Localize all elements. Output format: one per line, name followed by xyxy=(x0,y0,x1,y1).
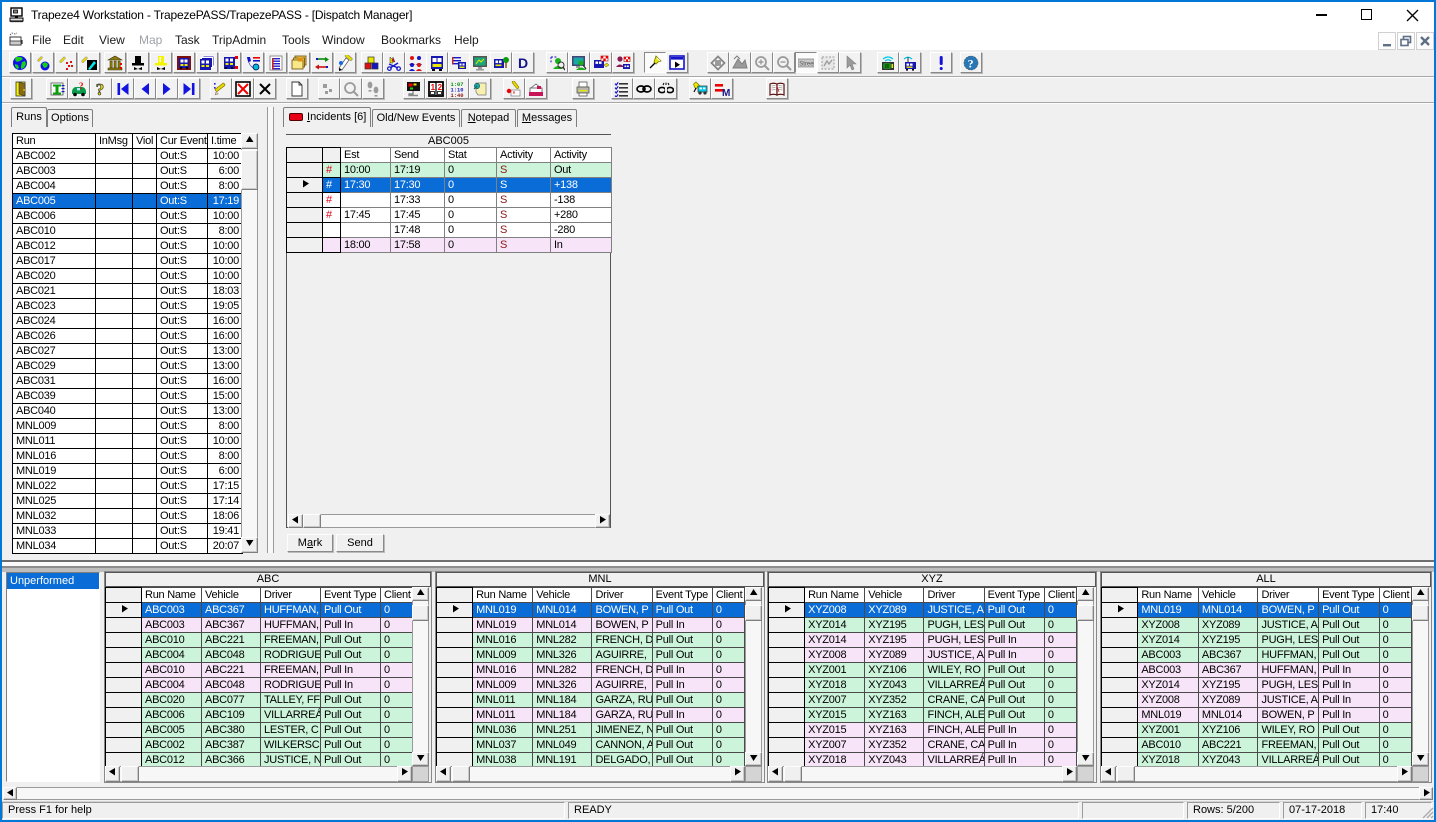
svg-text:?: ? xyxy=(79,81,84,91)
svg-text:1: 1 xyxy=(431,83,436,92)
svg-text:M: M xyxy=(722,88,730,97)
svg-text:?: ? xyxy=(968,57,974,71)
svg-text:Street: Street xyxy=(799,62,814,68)
svg-text:1:40: 1:40 xyxy=(451,93,464,97)
svg-text:2: 2 xyxy=(438,83,443,92)
svg-text:?: ? xyxy=(96,81,105,97)
svg-text:D: D xyxy=(518,55,528,71)
